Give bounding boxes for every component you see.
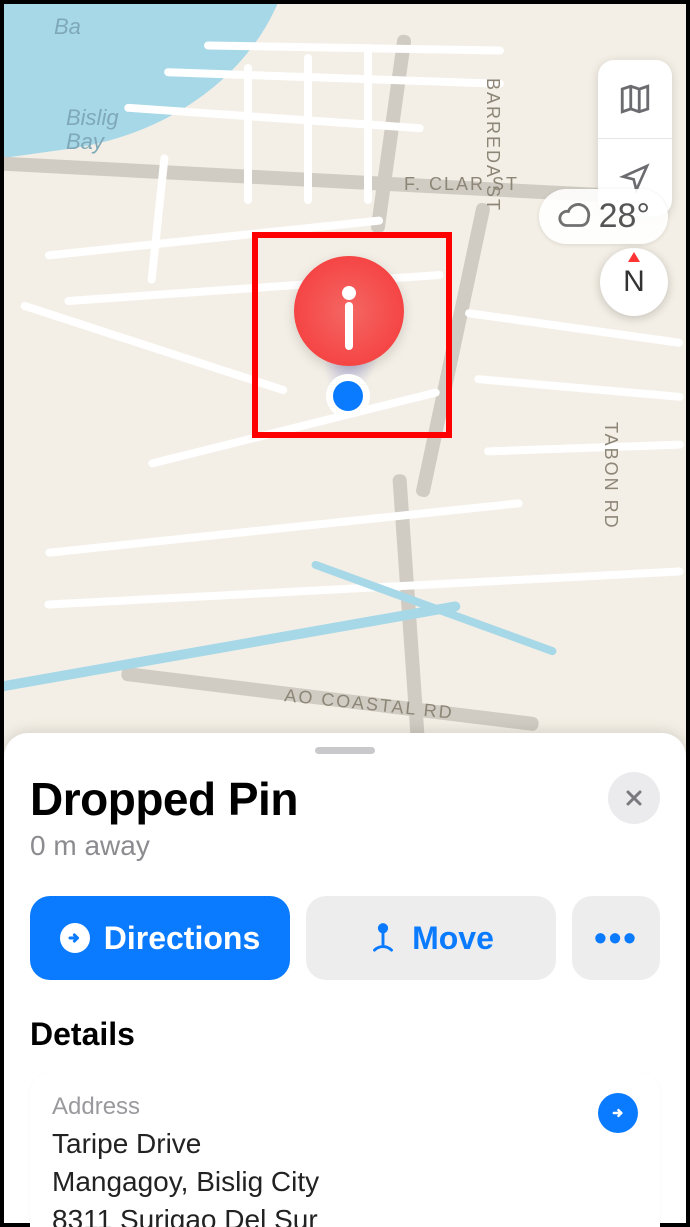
map-mode-button[interactable] <box>598 60 672 138</box>
action-button-row: Directions Move ••• <box>30 896 660 980</box>
close-button[interactable] <box>608 772 660 824</box>
compass-letter: N <box>623 265 645 299</box>
address-line-3: 8311 Surigao Del Sur <box>52 1201 638 1227</box>
address-label: Address <box>52 1093 638 1121</box>
place-sheet: Dropped Pin 0 m away Directions <box>4 733 686 1223</box>
screenshot-highlight-box <box>252 232 452 438</box>
pin-move-icon <box>368 921 398 955</box>
move-pin-button[interactable]: Move <box>306 896 556 980</box>
address-line-1: Taripe Drive <box>52 1125 638 1163</box>
street-label-barreda: BARREDA ST <box>482 78 503 212</box>
street-label-tabon: TABON RD <box>600 422 621 530</box>
compass-button[interactable]: N <box>600 248 668 316</box>
close-icon <box>622 786 646 810</box>
arrow-right-icon <box>608 1103 628 1123</box>
weather-chip[interactable]: 28° <box>539 189 668 244</box>
details-heading: Details <box>30 1016 660 1053</box>
place-title: Dropped Pin <box>30 772 298 826</box>
sheet-grabber[interactable] <box>315 747 375 754</box>
map-icon <box>618 82 652 116</box>
weather-temp: 28° <box>599 197 650 236</box>
water-area <box>4 4 320 172</box>
water-label-bay: Bislig Bay <box>66 106 119 154</box>
move-label: Move <box>412 920 494 957</box>
address-line-2: Mangagoy, Bislig City <box>52 1163 638 1201</box>
directions-label: Directions <box>104 920 260 957</box>
directions-icon <box>60 923 90 953</box>
ellipsis-icon: ••• <box>594 917 638 959</box>
street-label-coastal: AO COASTAL RD <box>283 685 454 724</box>
app-frame: Ba Bislig Bay F. CLAR ST BARREDA ST TABO… <box>0 0 690 1227</box>
address-lines: Taripe Drive Mangagoy, Bislig City 8311 … <box>52 1125 638 1227</box>
address-directions-button[interactable] <box>598 1093 638 1133</box>
cloud-icon <box>557 200 591 234</box>
address-card: Address Taripe Drive Mangagoy, Bislig Ci… <box>30 1073 660 1227</box>
map-canvas[interactable]: Ba Bislig Bay F. CLAR ST BARREDA ST TABO… <box>4 4 686 744</box>
directions-button[interactable]: Directions <box>30 896 290 980</box>
water-label-ba: Ba <box>54 14 81 40</box>
more-actions-button[interactable]: ••• <box>572 896 660 980</box>
place-distance: 0 m away <box>30 830 298 862</box>
